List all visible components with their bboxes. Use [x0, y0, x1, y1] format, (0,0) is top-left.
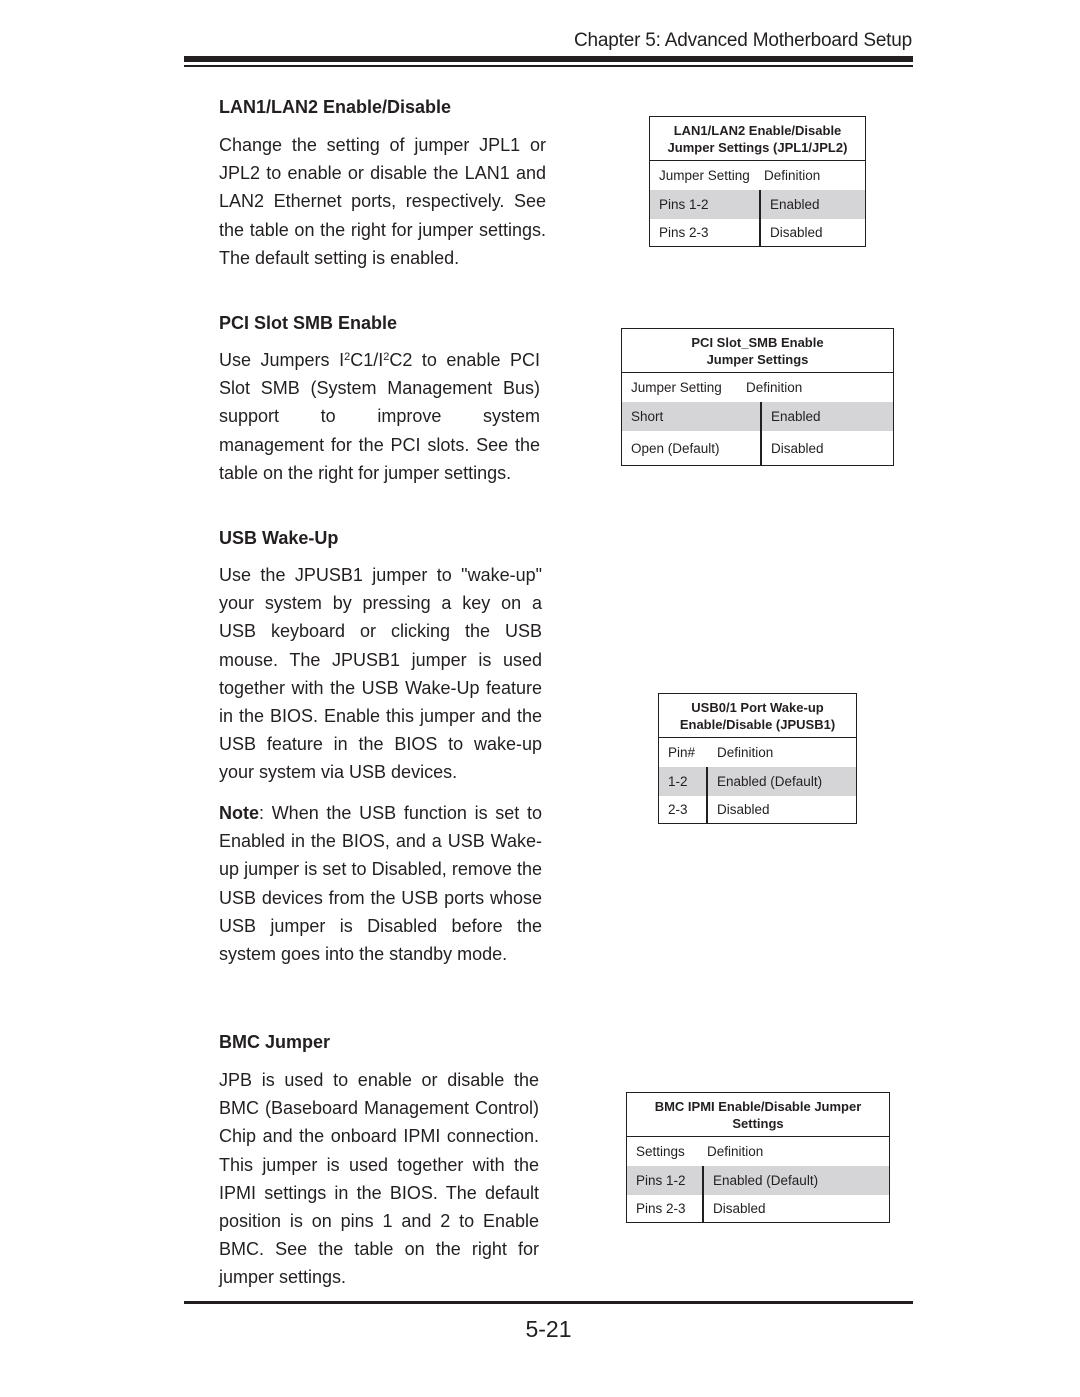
- note-body: : When the USB function is set to Enable…: [219, 803, 542, 965]
- page-number: 5-21: [525, 1316, 572, 1342]
- table-cell: Pins 1-2: [650, 190, 761, 219]
- table-title-line: Jumper Settings: [706, 352, 809, 367]
- note-label: Note: [219, 803, 259, 823]
- table-title-line: Jumper Settings (JPL1/JPL2): [667, 140, 848, 155]
- table-row: Open (Default) Disabled: [622, 431, 893, 465]
- table-title-line: LAN1/LAN2 Enable/Disable: [673, 123, 842, 138]
- table-row: 2-3 Disabled: [659, 796, 856, 823]
- table-cell: Pins 2-3: [650, 219, 761, 246]
- table-cell: Enabled (Default): [713, 1173, 819, 1188]
- table-header-cell: Definition: [746, 380, 803, 395]
- table-cell: Short: [622, 402, 762, 431]
- table-cell: Enabled: [770, 197, 820, 212]
- pci-smb-jumper-table: PCI Slot_SMB Enable Jumper Settings Jump…: [621, 328, 894, 466]
- table-header-cell: Definition: [717, 745, 774, 760]
- header-rule-thick: [184, 56, 913, 62]
- table-row: Pins 2-3 Disabled: [650, 219, 865, 246]
- section-body-bmc: JPB is used to enable or disable the BMC…: [219, 1070, 539, 1288]
- body-text-part: C1/I: [350, 350, 384, 370]
- footer-rule: [184, 1301, 913, 1304]
- table-title: PCI Slot_SMB Enable Jumper Settings: [622, 329, 893, 373]
- section-title-lan: LAN1/LAN2 Enable/Disable: [219, 97, 452, 117]
- section-body-usb-wakeup: Use the JPUSB1 jumper to "wake-up" your …: [219, 565, 542, 783]
- table-cell: Pins 2-3: [627, 1195, 704, 1222]
- section-title-usb-wakeup: USB Wake-Up: [219, 528, 339, 548]
- table-row: Pins 2-3 Disabled: [627, 1195, 889, 1222]
- table-header-cell: Settings: [636, 1144, 685, 1159]
- table-cell: Open (Default): [622, 431, 762, 465]
- table-title-line: Enable/Disable (JPUSB1): [679, 717, 836, 732]
- table-cell: Disabled: [717, 802, 770, 817]
- table-cell: Disabled: [771, 440, 824, 456]
- table-cell: Enabled: [771, 409, 821, 424]
- table-header-cell: Pin#: [668, 745, 696, 760]
- section-title-bmc: BMC Jumper: [219, 1032, 331, 1052]
- table-header-cell: Definition: [764, 168, 821, 183]
- table-title: LAN1/LAN2 Enable/Disable Jumper Settings…: [650, 117, 865, 161]
- table-header-row: Jumper Setting Definition: [622, 373, 893, 402]
- section-body-lan: Change the setting of jumper JPL1 or JPL…: [219, 135, 546, 268]
- table-title-line: BMC IPMI Enable/Disable Jumper: [654, 1099, 862, 1114]
- table-title-line: PCI Slot_SMB Enable: [691, 335, 824, 350]
- table-header-cell: Jumper Setting: [659, 168, 750, 183]
- bmc-ipmi-jumper-table: BMC IPMI Enable/Disable Jumper Settings …: [626, 1092, 890, 1223]
- table-header-row: Settings Definition: [627, 1137, 889, 1166]
- table-row: Short Enabled: [622, 402, 893, 431]
- table-cell: Disabled: [770, 225, 823, 240]
- lan-jumper-table: LAN1/LAN2 Enable/Disable Jumper Settings…: [649, 116, 866, 247]
- header-rule-thin: [184, 65, 913, 67]
- table-cell: Pins 1-2: [627, 1166, 704, 1195]
- table-row: Pins 1-2 Enabled (Default): [627, 1166, 889, 1195]
- table-cell: Disabled: [713, 1201, 766, 1216]
- table-title: BMC IPMI Enable/Disable Jumper Settings: [627, 1093, 889, 1137]
- table-title: USB0/1 Port Wake-up Enable/Disable (JPUS…: [659, 694, 856, 738]
- table-header-row: Pin# Definition: [659, 738, 856, 767]
- table-cell: 1-2: [659, 767, 708, 796]
- table-title-line: USB0/1 Port Wake-up: [691, 700, 824, 715]
- section-title-pci-smb: PCI Slot SMB Enable: [219, 313, 398, 333]
- table-cell: 2-3: [659, 796, 708, 823]
- usb-note: Note: When the USB function is set to En…: [219, 799, 542, 968]
- table-row: Pins 1-2 Enabled: [650, 190, 865, 219]
- body-text-part: Use Jumpers I: [219, 350, 345, 370]
- table-row: 1-2 Enabled (Default): [659, 767, 856, 796]
- section-body-pci-smb: Use Jumpers I2C1/I2C2 to enable PCI Slot…: [219, 346, 540, 487]
- table-header-row: Jumper Setting Definition: [650, 161, 865, 190]
- table-cell: Enabled (Default): [717, 774, 823, 789]
- chapter-header: Chapter 5: Advanced Motherboard Setup: [574, 30, 912, 51]
- table-header-cell: Definition: [707, 1144, 764, 1159]
- table-header-cell: Jumper Setting: [631, 380, 722, 395]
- table-title-line: Settings: [732, 1116, 784, 1131]
- usb-wakeup-jumper-table: USB0/1 Port Wake-up Enable/Disable (JPUS…: [658, 693, 857, 824]
